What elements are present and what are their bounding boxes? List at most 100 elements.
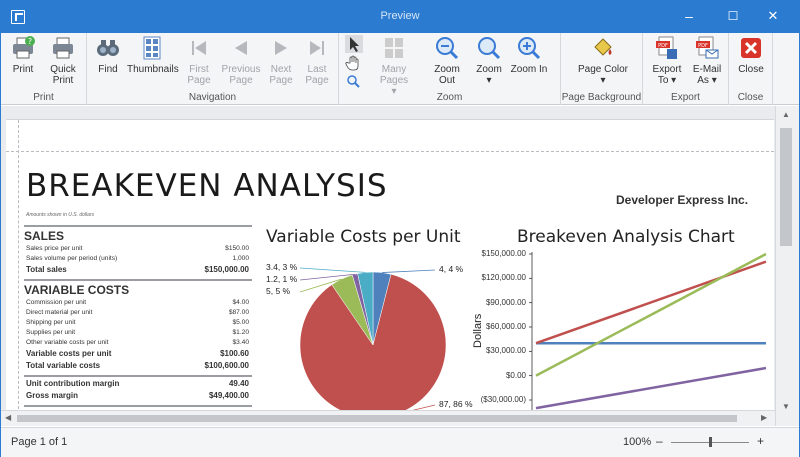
- zoom-out-button[interactable]: Zoom Out: [425, 35, 469, 86]
- last-page-button[interactable]: Last Page: [301, 35, 333, 86]
- zoom-minus-button[interactable]: –: [656, 434, 663, 448]
- export-to-button[interactable]: PDF Export To ▾: [649, 35, 685, 86]
- row-value: $150.00: [225, 245, 249, 252]
- row-label: Unit contribution margin: [26, 379, 120, 388]
- pie-slice-label: 4, 4 %: [439, 264, 464, 274]
- next-page-button[interactable]: Next Page: [265, 35, 297, 86]
- pie-leader-line: [299, 267, 366, 273]
- status-bar: Page 1 of 1 100% – +: [1, 427, 799, 457]
- zoom-slider-thumb[interactable]: [709, 437, 712, 447]
- hand-tool-icon[interactable]: [345, 54, 363, 72]
- row-label: Commission per unit: [26, 299, 87, 306]
- vertical-scroll-thumb[interactable]: [780, 128, 792, 246]
- many-pages-label: Many Pages: [379, 64, 409, 86]
- navigation-group: Find Thumbnails First Page Previous Page…: [87, 33, 339, 105]
- previous-page-label-2: Page: [229, 75, 253, 86]
- section-heading: SALES: [24, 225, 252, 244]
- zoom-in-icon: [518, 37, 541, 60]
- quick-printer-icon: [53, 37, 73, 59]
- find-button[interactable]: Find: [93, 35, 123, 75]
- previous-page-label-1: Previous: [221, 64, 261, 75]
- close-label: Close: [738, 64, 764, 75]
- series-line: [535, 366, 767, 410]
- thumbnails-button[interactable]: Thumbnails: [127, 35, 179, 75]
- email-as-label-1: E-Mail: [692, 64, 722, 75]
- row-value: $100,600.00: [204, 361, 250, 370]
- thumbnails-icon: [143, 36, 161, 60]
- row-label: Sales volume per period (units): [26, 255, 118, 262]
- table-row: Supplies per unit $1.20: [24, 328, 252, 338]
- table-row: Commission per unit $4.00: [24, 298, 252, 308]
- first-page-icon: [192, 41, 206, 55]
- export-to-label-1: Export: [652, 64, 682, 75]
- svg-text:?: ?: [28, 37, 32, 46]
- row-label: Sales price per unit: [26, 245, 83, 252]
- print-group-caption: Print: [33, 92, 54, 103]
- pie-slice-label: 1.2, 1 %: [266, 274, 298, 284]
- margin-guide-left: [18, 120, 19, 419]
- preview-window: Preview – ☐ ✕ ? Print Quick Print Print …: [0, 0, 800, 457]
- horizontal-scroll-thumb[interactable]: [17, 415, 737, 422]
- page-background-group: Page Color ▾ Page Background: [561, 33, 643, 105]
- scroll-down-icon[interactable]: ▼: [782, 402, 790, 411]
- row-value: $5.00: [232, 319, 249, 326]
- zoom-out-icon: [436, 37, 459, 60]
- zoom-label: Zoom: [476, 64, 502, 75]
- print-button[interactable]: ? Print: [7, 35, 39, 75]
- zoom-button[interactable]: Zoom ▾: [473, 35, 505, 86]
- pdf-save-icon: PDF: [656, 36, 677, 59]
- first-page-button[interactable]: First Page: [183, 35, 215, 86]
- horizontal-scrollbar[interactable]: ◀ ▶: [1, 410, 775, 426]
- close-preview-button[interactable]: Close: [733, 35, 769, 75]
- previous-page-icon: [235, 41, 247, 55]
- scroll-right-icon[interactable]: ▶: [761, 413, 767, 422]
- email-as-button[interactable]: PDF E-Mail As ▾: [689, 35, 725, 86]
- table-row: Total variable costs $100,600.00: [24, 360, 252, 372]
- previous-page-button[interactable]: Previous Page: [221, 35, 261, 86]
- section-heading: VARIABLE COSTS: [24, 279, 252, 298]
- y-tick-label: $0.00: [505, 370, 526, 380]
- y-tick-label: $120,000.00: [481, 273, 527, 283]
- many-pages-button[interactable]: Many Pages ▾: [367, 35, 421, 97]
- close-window-button[interactable]: ✕: [753, 1, 793, 33]
- next-page-label-1: Next: [270, 64, 292, 75]
- table-row: Unit contribution margin 49.40: [24, 378, 252, 390]
- y-axis-title: Dollars: [472, 313, 484, 348]
- margin-guide-top: [6, 151, 774, 152]
- printer-icon: ?: [13, 36, 35, 59]
- maximize-button[interactable]: ☐: [713, 1, 753, 33]
- page-color-button[interactable]: Page Color ▾: [573, 35, 633, 86]
- next-page-label-2: Page: [269, 75, 293, 86]
- table-row: Shipping per unit $5.00: [24, 318, 252, 328]
- export-group: PDF Export To ▾ PDF E-Mail As ▾ Export: [643, 33, 729, 105]
- y-tick-label: $150,000.00: [481, 249, 527, 258]
- pointer-tool-icon[interactable]: [345, 35, 363, 53]
- export-to-label-2: To: [657, 75, 669, 86]
- line-chart-title: Breakeven Analysis Chart: [517, 227, 735, 247]
- table-row: Gross margin $49,400.00: [24, 390, 252, 402]
- scroll-left-icon[interactable]: ◀: [5, 413, 11, 422]
- y-tick-label: $90,000.00: [485, 297, 526, 307]
- zoom-in-button[interactable]: Zoom In: [509, 35, 549, 75]
- quick-print-button[interactable]: Quick Print: [45, 35, 81, 86]
- row-value: $4.00: [232, 299, 249, 306]
- first-page-label-1: First: [189, 64, 209, 75]
- minimize-button[interactable]: –: [669, 1, 709, 33]
- table-row: Direct material per unit $87.00: [24, 308, 252, 318]
- table-row: Sales volume per period (units) 1,000: [24, 254, 252, 264]
- last-page-label-2: Page: [305, 75, 329, 86]
- scroll-up-icon[interactable]: ▲: [782, 110, 790, 119]
- magnifier-tool-icon[interactable]: [345, 73, 363, 91]
- row-value: $3.40: [232, 339, 249, 346]
- zoom-level: 100%: [623, 436, 652, 448]
- company-name: Developer Express Inc.: [616, 193, 749, 207]
- next-page-icon: [275, 41, 287, 55]
- document-viewer[interactable]: BREAKEVEN ANALYSIS Developer Express Inc…: [1, 106, 799, 426]
- financial-table: SALES Sales price per unit $150.00 Sales vo…: [24, 222, 252, 419]
- vertical-scrollbar[interactable]: ▲ ▼: [775, 106, 799, 426]
- pdf-email-icon: PDF: [696, 36, 719, 59]
- zoom-out-label: Zoom Out: [434, 64, 460, 86]
- quick-print-label-1: Quick: [50, 64, 76, 75]
- zoom-plus-button[interactable]: +: [757, 434, 764, 448]
- report-page: BREAKEVEN ANALYSIS Developer Express Inc…: [6, 119, 774, 419]
